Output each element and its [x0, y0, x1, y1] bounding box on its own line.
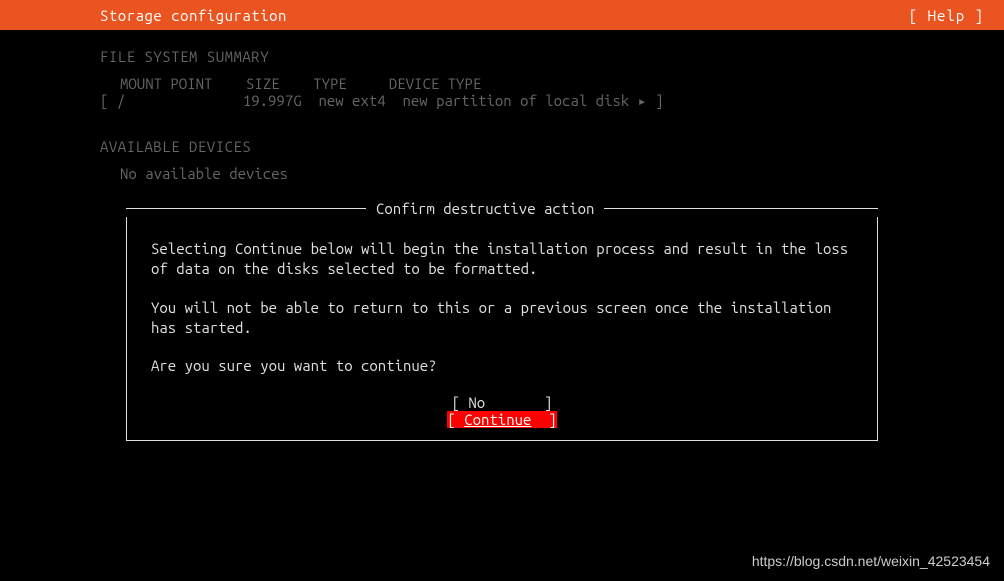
fs-summary-heading: FILE SYSTEM SUMMARY — [100, 48, 904, 65]
fs-table-row[interactable]: [ / 19.997G new ext4 new partition of lo… — [100, 92, 904, 110]
val-type: new ext4 — [318, 92, 385, 109]
val-mountpoint: / — [117, 92, 125, 109]
continue-button[interactable]: [ Continue ] — [447, 411, 556, 428]
dialog-title: Confirm destructive action — [366, 200, 604, 217]
dialog-paragraph: You will not be able to return to this o… — [151, 298, 853, 339]
no-button[interactable]: [ No ] — [452, 394, 553, 411]
dialog-buttons: [ No ] [ Continue ] — [151, 394, 853, 428]
no-devices-text: No available devices — [100, 165, 904, 182]
col-devicetype: DEVICE TYPE — [389, 75, 481, 92]
dialog-paragraph: Selecting Continue below will begin the … — [151, 239, 853, 280]
dialog-border-line — [126, 208, 366, 209]
val-devicetype: new partition of local disk ▸ — [402, 92, 646, 109]
available-devices-section: AVAILABLE DEVICES No available devices — [100, 138, 904, 182]
page-title: Storage configuration — [100, 7, 287, 24]
fs-table-header: MOUNT POINT SIZE TYPE DEVICE TYPE — [100, 75, 904, 92]
watermark: https://blog.csdn.net/weixin_42523454 — [752, 553, 990, 569]
confirm-dialog: Confirm destructive action Selecting Con… — [126, 200, 878, 441]
col-mountpoint: MOUNT POINT — [120, 75, 212, 92]
header-bar: Storage configuration [ Help ] — [0, 0, 1004, 30]
available-heading: AVAILABLE DEVICES — [100, 138, 904, 155]
content-area: FILE SYSTEM SUMMARY MOUNT POINT SIZE TYP… — [0, 30, 1004, 441]
help-button[interactable]: [ Help ] — [909, 7, 984, 24]
dialog-title-bar: Confirm destructive action — [126, 200, 878, 217]
col-size: SIZE — [246, 75, 280, 92]
dialog-border-line — [604, 208, 878, 209]
col-type: TYPE — [313, 75, 347, 92]
dialog-body: Selecting Continue below will begin the … — [126, 217, 878, 441]
dialog-paragraph: Are you sure you want to continue? — [151, 356, 853, 376]
val-size: 19.997G — [243, 92, 302, 109]
